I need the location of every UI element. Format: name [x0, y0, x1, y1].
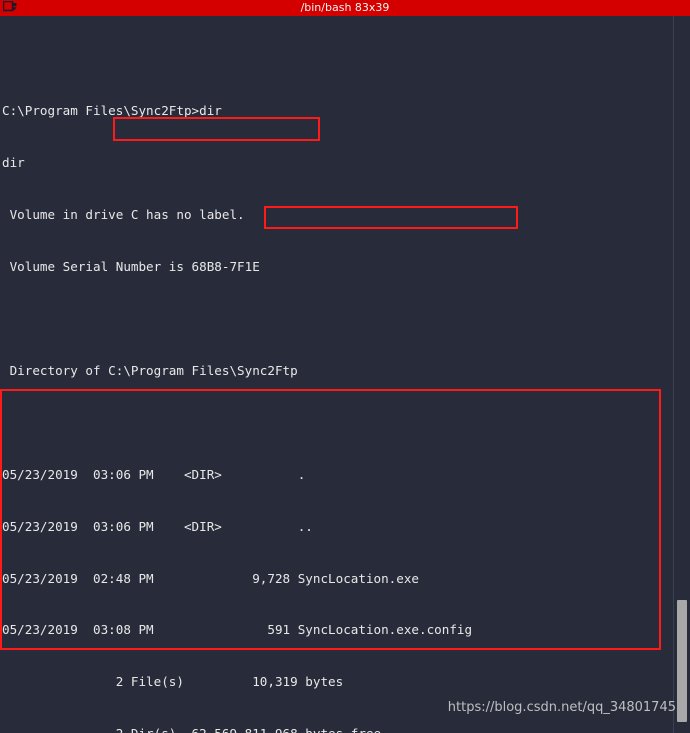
terminal-line: Volume Serial Number is 68B8-7F1E [2, 259, 260, 275]
terminal-line: 2 File(s) 10,319 bytes [2, 674, 344, 690]
scrollbar-thumb[interactable] [677, 600, 687, 722]
terminal-line: Volume in drive C has no label. [2, 207, 245, 223]
terminal-line-config-entry: 05/23/2019 03:08 PM 591 SyncLocation.exe… [2, 622, 473, 638]
terminal-line: 05/23/2019 03:06 PM <DIR> .. [2, 518, 313, 534]
vertical-scrollbar[interactable] [673, 16, 690, 733]
terminal-line-prompt-dir: C:\Program Files\Sync2Ftp>dir [2, 103, 222, 119]
terminal-window-icon[interactable] [2, 0, 17, 14]
window-titlebar[interactable]: /bin/bash 83x39 [0, 0, 690, 16]
terminal-line-directory-of: Directory of C:\Program Files\Sync2Ftp [2, 362, 298, 378]
terminal-window: /bin/bash 83x39 C:\Program Files\Sync2Ft… [0, 0, 690, 733]
terminal-line: 05/23/2019 02:48 PM 9,728 SyncLocation.e… [2, 570, 420, 586]
window-title: /bin/bash 83x39 [300, 1, 390, 14]
terminal-output[interactable]: C:\Program Files\Sync2Ftp>dir dir Volume… [0, 16, 668, 733]
terminal-line: dir [2, 155, 25, 171]
terminal-line: 2 Dir(s) 62,569,811,968 bytes free [0, 725, 668, 733]
terminal-line: 05/23/2019 03:06 PM <DIR> . [2, 466, 306, 482]
